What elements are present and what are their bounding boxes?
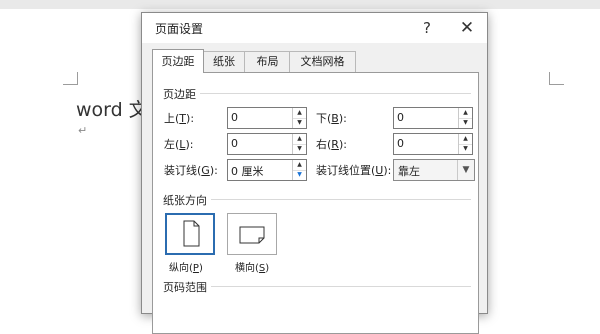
page-setup-dialog: 页面设置 ? ✕ 页边距 纸张 布局 文档网格 页边距 上(T): 0 ▲ ▼ 下… (141, 12, 488, 334)
tab-document-grid[interactable]: 文档网格 (289, 51, 356, 72)
margin-corner-mark-right (549, 72, 564, 85)
paragraph-mark: ↵ (78, 124, 88, 137)
spin-down-icon[interactable]: ▼ (293, 118, 306, 128)
tab-margins[interactable]: 页边距 (152, 49, 204, 73)
portrait-label: 纵向(P) (169, 263, 203, 274)
landscape-button[interactable] (227, 213, 277, 255)
right-margin-label: 右(R): (316, 138, 347, 151)
gutter-spinner[interactable]: 0 厘米 ▲ ▼ (227, 159, 307, 181)
top-margin-spinner[interactable]: 0 ▲ ▼ (227, 107, 307, 129)
margins-section-title: 页边距 (163, 86, 200, 102)
left-margin-value[interactable]: 0 (231, 137, 238, 150)
chevron-down-icon[interactable]: ▼ (457, 160, 474, 180)
gutter-label: 装订线(G): (164, 164, 218, 177)
landscape-label: 横向(S) (235, 263, 270, 274)
orientation-section-title: 纸张方向 (163, 192, 211, 208)
spin-down-icon[interactable]: ▼ (459, 118, 472, 128)
right-margin-value[interactable]: 0 (397, 137, 404, 150)
help-button[interactable]: ? (414, 16, 440, 40)
top-margin-value[interactable]: 0 (231, 111, 238, 124)
margin-corner-mark-left (63, 72, 78, 85)
spin-down-icon[interactable]: ▼ (459, 144, 472, 154)
close-button[interactable]: ✕ (454, 16, 480, 40)
dialog-titlebar[interactable]: 页面设置 ? ✕ (142, 13, 487, 43)
tab-layout[interactable]: 布局 (244, 51, 291, 72)
bottom-margin-value[interactable]: 0 (397, 111, 404, 124)
margins-group-line (163, 93, 471, 94)
gutter-position-label: 装订线位置(U): (316, 164, 392, 177)
landscape-page-icon (239, 226, 265, 244)
bottom-margin-label: 下(B): (316, 112, 347, 125)
window-top-strip (0, 0, 600, 9)
bottom-margin-spinner[interactable]: 0 ▲ ▼ (393, 107, 473, 129)
gutter-value[interactable]: 0 厘米 (231, 163, 264, 179)
spin-down-icon[interactable]: ▼ (293, 144, 306, 154)
portrait-page-icon (183, 220, 200, 247)
right-margin-spinner[interactable]: 0 ▲ ▼ (393, 133, 473, 155)
pages-section-title: 页码范围 (163, 279, 211, 295)
gutter-position-value[interactable]: 靠左 (398, 163, 420, 179)
spin-down-icon[interactable]: ▼ (293, 170, 306, 180)
portrait-button[interactable] (165, 213, 215, 255)
tab-paper[interactable]: 纸张 (202, 51, 246, 72)
margins-panel: 页边距 上(T): 0 ▲ ▼ 下(B): 0 ▲ ▼ 左(L): 0 ▲ ▼ 右(R… (152, 72, 479, 334)
gutter-position-select[interactable]: 靠左 ▼ (393, 159, 475, 181)
left-margin-label: 左(L): (164, 138, 194, 151)
top-margin-label: 上(T): (164, 112, 195, 125)
dialog-title: 页面设置 (155, 22, 204, 36)
left-margin-spinner[interactable]: 0 ▲ ▼ (227, 133, 307, 155)
